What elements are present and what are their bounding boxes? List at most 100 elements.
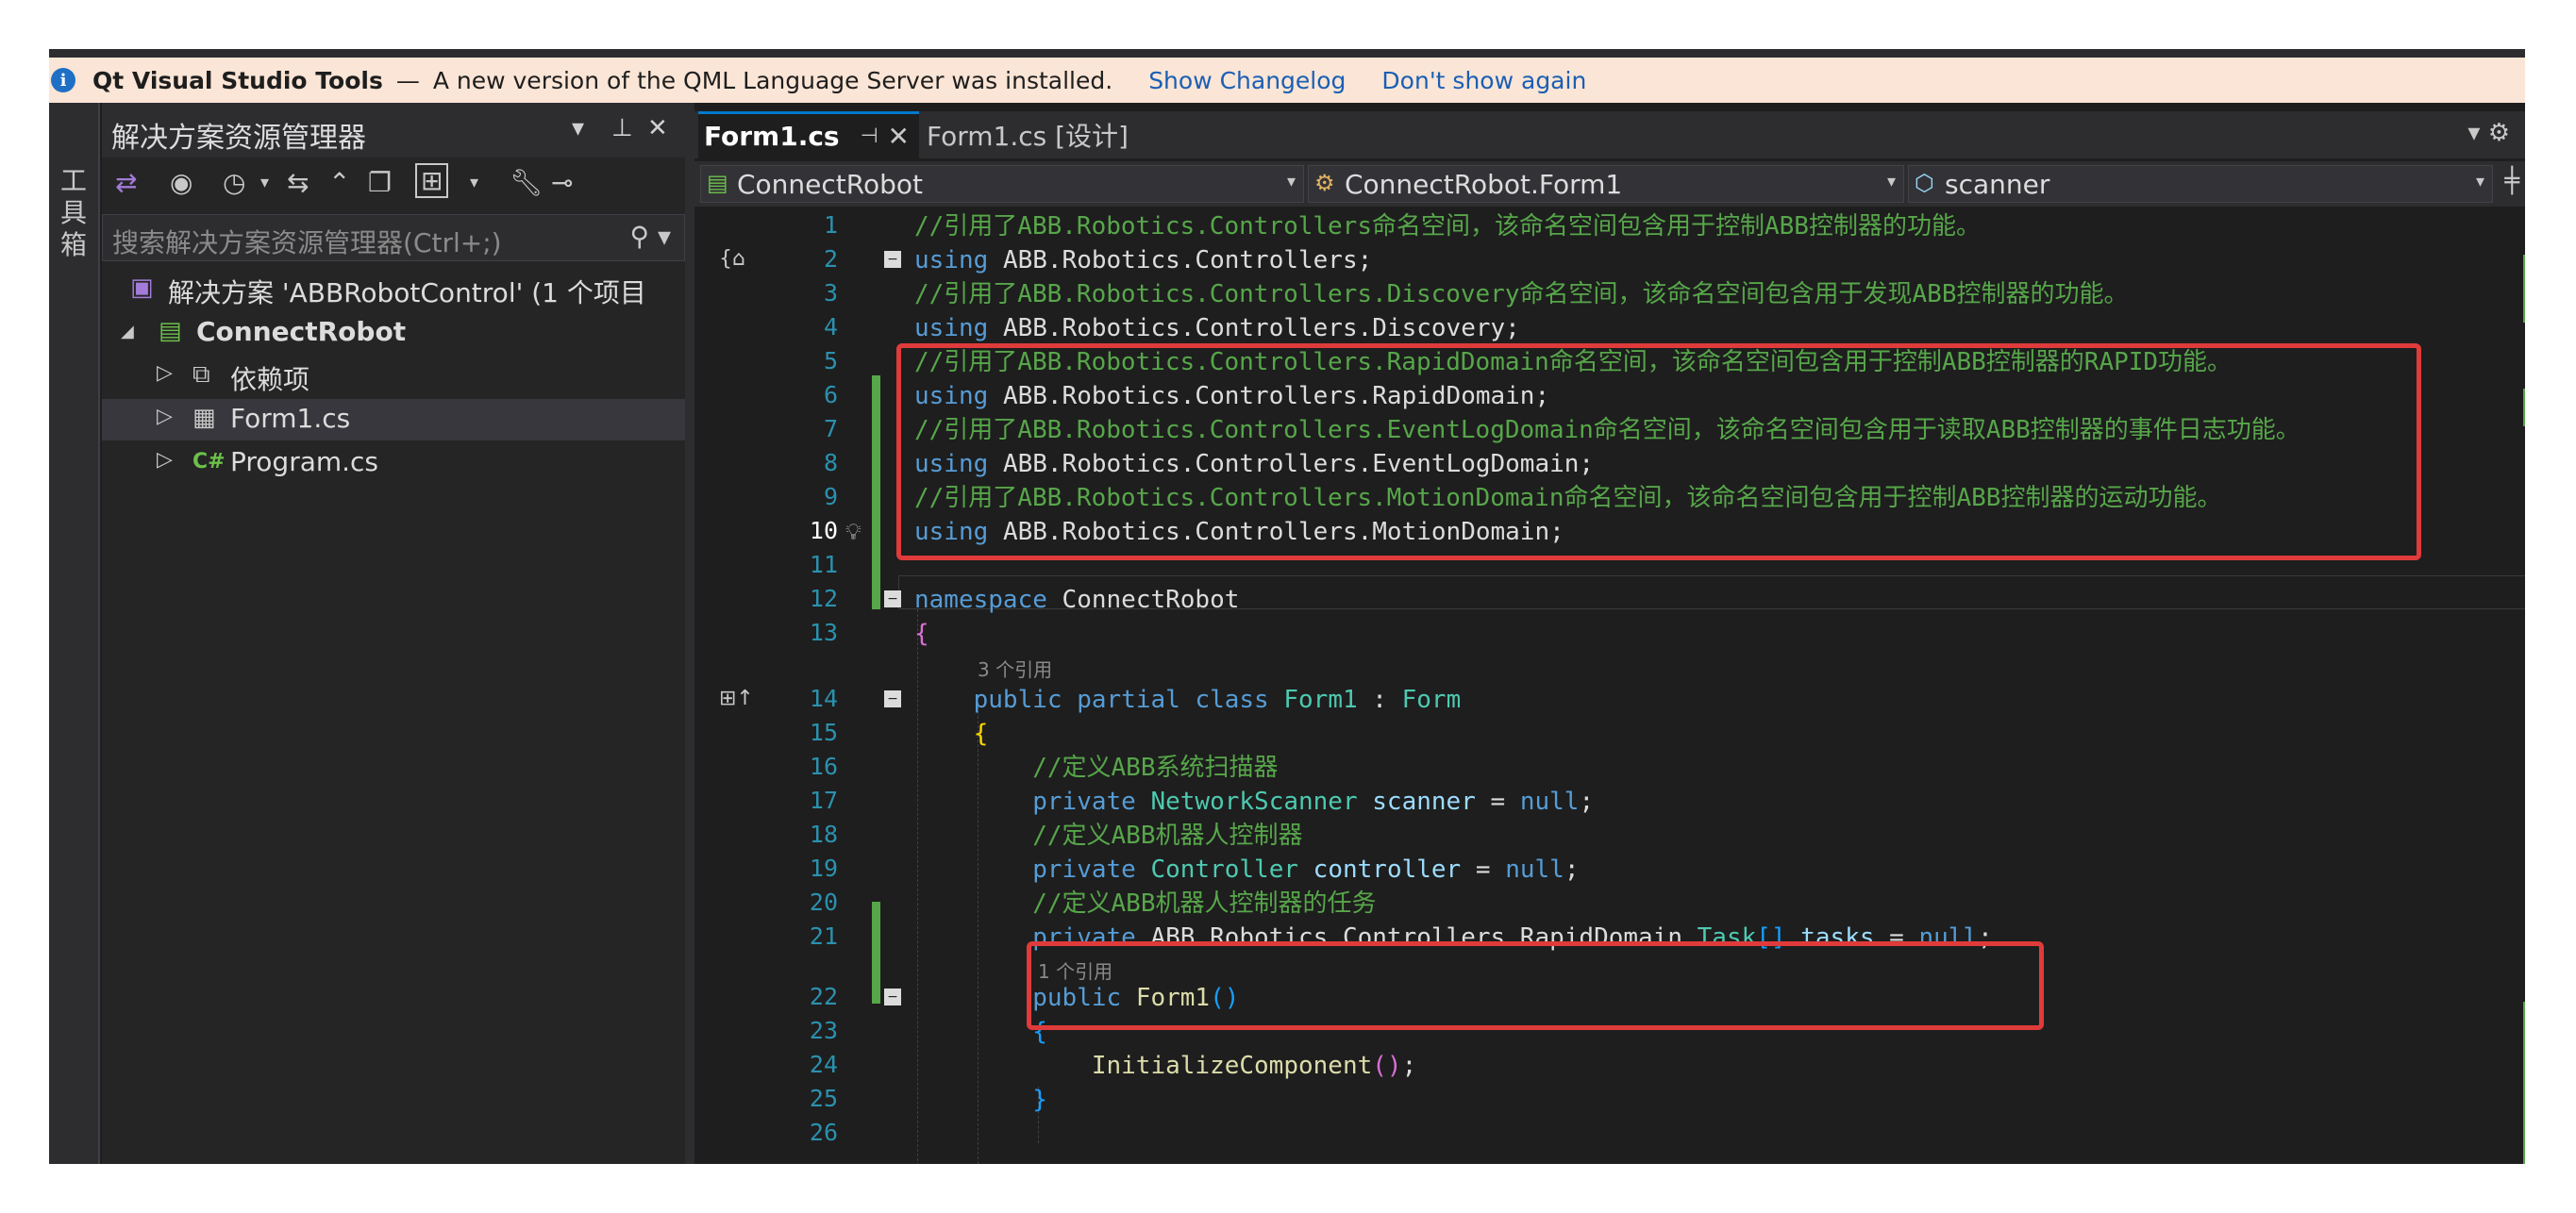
- lightbulb-icon[interactable]: 💡︎: [845, 519, 861, 545]
- preview-icon[interactable]: ⊸: [551, 167, 573, 198]
- overview-change: [2523, 389, 2525, 426]
- line-number: 23: [809, 1017, 838, 1044]
- title-strip: [49, 49, 2525, 58]
- csharp-project-icon: ▤: [159, 317, 182, 345]
- line-text: private Controller controller = null;: [1032, 856, 1580, 884]
- visual-studio-window: i Qt Visual Studio Tools — A new version…: [49, 49, 2525, 1164]
- line-number: 5: [823, 347, 838, 374]
- tab-label: Form1.cs: [704, 121, 840, 152]
- tree-item-label: 依赖项: [230, 364, 310, 395]
- toolbox-label[interactable]: 工具箱: [57, 165, 91, 261]
- line-text: }: [914, 1086, 1047, 1114]
- show-all-files-icon[interactable]: ⊞: [415, 163, 449, 198]
- tree-item-program[interactable]: ▷ C# Program.cs: [102, 442, 685, 484]
- info-bar-title: Qt Visual Studio Tools: [92, 66, 383, 94]
- code-line: 4 using ABB.Robotics.Controllers.Discove…: [694, 311, 2525, 345]
- toolbox-strip[interactable]: 工具箱: [49, 103, 100, 1164]
- expanded-arrow-icon[interactable]: ◢: [121, 322, 134, 341]
- overview-change: [2523, 1002, 2525, 1164]
- vs-sync-icon[interactable]: ⇄: [115, 167, 137, 198]
- collapsed-arrow-icon[interactable]: ▷: [157, 448, 173, 472]
- line-number: 13: [809, 619, 838, 646]
- chevron-down-icon[interactable]: ▾: [470, 173, 478, 192]
- line-number: 1: [823, 211, 838, 239]
- code-line: 12 − namespace ConnectRobot: [694, 583, 2525, 617]
- line-number: 16: [809, 753, 838, 780]
- tree-item-project[interactable]: ◢ ▤ ConnectRobot: [102, 312, 685, 354]
- solution-search-box[interactable]: 搜索解决方案资源管理器(Ctrl+;) ⚲ ▾: [102, 214, 685, 261]
- highlight-box: [1027, 941, 2044, 1030]
- code-line: 25 }: [694, 1083, 2525, 1117]
- solution-explorer-header: 解决方案资源管理器 ▾ ⊥ ✕: [102, 103, 685, 158]
- line-number: 11: [809, 551, 838, 578]
- line-text: {: [914, 620, 929, 648]
- highlight-box: [896, 343, 2421, 560]
- code-line: 1 //引用了ABB.Robotics.Controllers命名空间，该命名空…: [694, 209, 2525, 243]
- line-number: 4: [823, 313, 838, 341]
- wrench-icon[interactable]: 🔧︎: [510, 167, 544, 198]
- collapse-all-icon[interactable]: ⌃: [328, 167, 350, 198]
- collapse-toggle[interactable]: −: [884, 989, 901, 1005]
- chevron-down-icon[interactable]: ▾: [572, 114, 584, 142]
- line-number: 19: [809, 855, 838, 882]
- tab-form1-cs[interactable]: Form1.cs ⊣ ✕: [698, 111, 919, 158]
- show-changelog-link[interactable]: Show Changelog: [1148, 67, 1346, 94]
- collapse-toggle[interactable]: −: [884, 590, 901, 607]
- solution-label: 解决方案 'ABBRobotControl' (1 个项目: [168, 277, 646, 308]
- line-text: using ABB.Robotics.Controllers.Discovery…: [914, 314, 1520, 342]
- code-editor[interactable]: 1 //引用了ABB.Robotics.Controllers命名空间，该命名空…: [694, 209, 2525, 1164]
- search-icon[interactable]: ⚲ ▾: [630, 221, 671, 252]
- line-number: 2: [823, 245, 838, 273]
- code-lens-references[interactable]: 3 个引用: [978, 655, 1052, 682]
- copy-icon[interactable]: ❐: [368, 167, 392, 198]
- collapse-toggle[interactable]: −: [884, 690, 901, 707]
- line-number: 8: [823, 449, 838, 476]
- close-icon[interactable]: ✕: [647, 114, 668, 142]
- split-editor-icon[interactable]: ╪: [2504, 167, 2519, 195]
- code-line: 16 //定义ABB系统扫描器: [694, 751, 2525, 785]
- line-number: 22: [809, 983, 838, 1010]
- project-dropdown[interactable]: ▤ ConnectRobot ▾: [700, 165, 1304, 203]
- chevron-down-icon[interactable]: ▾: [260, 173, 269, 192]
- line-text: InitializeComponent();: [1091, 1052, 1417, 1080]
- line-number: 12: [809, 585, 838, 612]
- info-bar-dash: —: [395, 66, 420, 94]
- csharp-project-icon: ▤: [707, 170, 728, 196]
- project-dropdown-value: ConnectRobot: [737, 169, 923, 200]
- pin-icon[interactable]: ⊥: [611, 114, 633, 142]
- navigation-bar: ▤ ConnectRobot ▾ ⚙ ConnectRobot.Form1 ▾ …: [694, 161, 2525, 207]
- close-icon[interactable]: ✕: [888, 121, 910, 152]
- type-dropdown[interactable]: ⚙ ConnectRobot.Form1 ▾: [1308, 165, 1904, 203]
- line-text: private NetworkScanner scanner = null;: [1032, 788, 1595, 816]
- info-icon: i: [51, 68, 75, 92]
- code-line: 18 //定义ABB机器人控制器: [694, 819, 2525, 853]
- dependencies-icon: ⧉: [192, 360, 210, 389]
- tree-item-form1[interactable]: ▷ ▦ Form1.cs: [102, 399, 685, 440]
- chevron-down-icon[interactable]: ▾: [2476, 172, 2484, 191]
- history-icon[interactable]: ◷: [223, 167, 245, 198]
- globe-icon[interactable]: ◉: [170, 167, 192, 198]
- line-number: 17: [809, 787, 838, 814]
- tab-form1-design[interactable]: Form1.cs [设计]: [927, 111, 1129, 158]
- member-dropdown[interactable]: ⬡ scanner ▾: [1908, 165, 2493, 203]
- tree-item-solution[interactable]: ▣ 解决方案 'ABBRobotControl' (1 个项目: [102, 269, 685, 310]
- chevron-down-icon[interactable]: ▾: [1287, 172, 1296, 191]
- pin-icon[interactable]: ⊣: [861, 125, 878, 148]
- chevron-down-icon[interactable]: ▾: [1887, 172, 1896, 191]
- line-text: {: [914, 720, 989, 748]
- line-number: 10: [809, 517, 838, 544]
- tab-overflow-icon[interactable]: ▾ ⚙: [2467, 119, 2510, 147]
- sync-arrows-icon[interactable]: ⇆: [287, 167, 309, 198]
- dont-show-again-link[interactable]: Don't show again: [1381, 67, 1586, 94]
- tree-item-label: Form1.cs: [230, 403, 351, 434]
- code-line: 15 {: [694, 717, 2525, 751]
- code-line: 3 //引用了ABB.Robotics.Controllers.Discover…: [694, 277, 2525, 311]
- document-tabs: Form1.cs ⊣ ✕ Form1.cs [设计] ▾ ⚙: [694, 111, 2525, 158]
- collapsed-arrow-icon[interactable]: ▷: [157, 405, 173, 428]
- tree-item-label: Program.cs: [230, 446, 379, 477]
- collapsed-arrow-icon[interactable]: ▷: [157, 361, 173, 385]
- line-number: 3: [823, 279, 838, 307]
- panel-splitter[interactable]: [685, 103, 694, 1164]
- tree-item-dependencies[interactable]: ▷ ⧉ 依赖项: [102, 356, 685, 397]
- collapse-toggle[interactable]: −: [884, 251, 901, 268]
